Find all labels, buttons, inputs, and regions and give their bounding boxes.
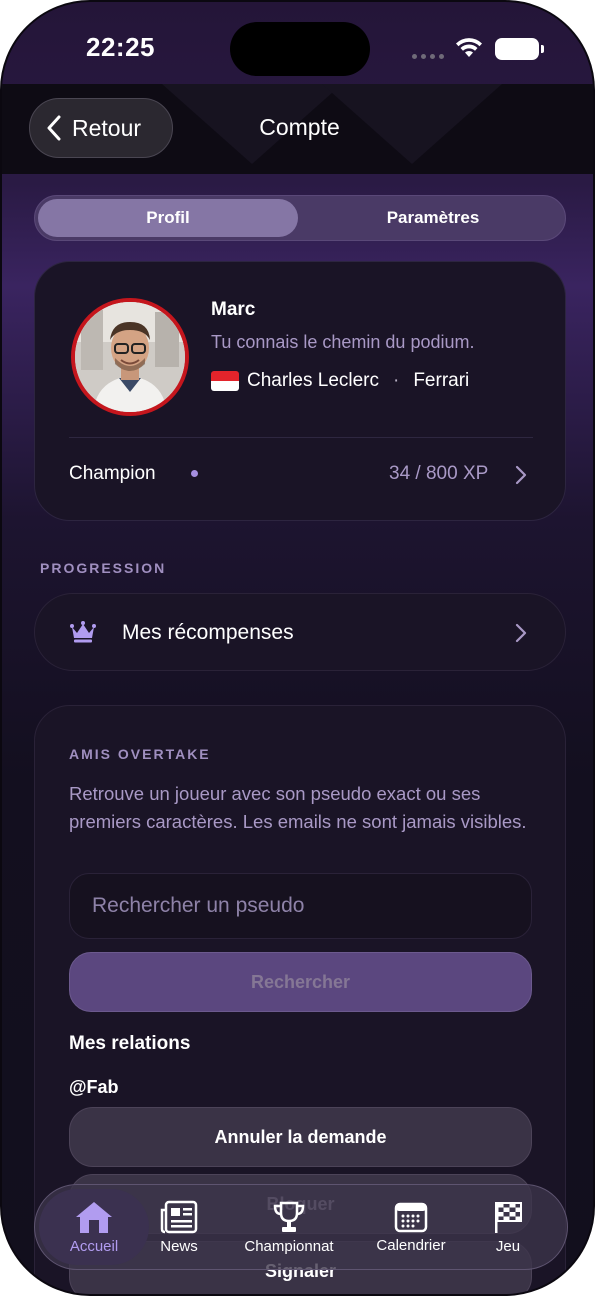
profile-name: Marc [211, 299, 256, 320]
status-time: 22:25 [86, 32, 155, 62]
tab-accueil-label: Accueil [69, 1237, 119, 1255]
team-name: Ferrari [413, 370, 470, 391]
trophy-icon [273, 1201, 305, 1232]
dynamic-island [230, 22, 370, 76]
crown-icon [70, 621, 96, 643]
relations-title: Mes relations [69, 1033, 191, 1054]
separator-dot: · [393, 370, 400, 391]
home-icon [76, 1201, 112, 1233]
profile-settings-segmented-control: Profil Paramètres [34, 195, 566, 241]
tab-news-label: News [160, 1237, 198, 1255]
tab-jeu[interactable]: Jeu [481, 1189, 535, 1265]
tab-calendrier[interactable]: Calendrier [361, 1189, 461, 1265]
page-title: Compte [259, 114, 340, 140]
newspaper-icon [160, 1200, 198, 1233]
driver-name: Charles Leclerc [247, 370, 379, 391]
calendar-icon [394, 1202, 428, 1232]
battery-icon [495, 38, 544, 60]
monaco-flag-icon [211, 371, 239, 391]
tab-championnat[interactable]: Championnat [229, 1189, 349, 1265]
profile-card: Marc Tu connais le chemin du podium. Cha… [34, 261, 566, 521]
favorite-driver-row: Charles Leclerc · Ferrari [211, 370, 469, 392]
profile-tagline: Tu connais le chemin du podium. [211, 332, 475, 352]
avatar[interactable] [71, 298, 189, 416]
level-label: Champion [69, 463, 156, 484]
tab-profil[interactable]: Profil [38, 199, 298, 237]
search-button[interactable]: Rechercher [69, 952, 532, 1012]
chevron-right-icon[interactable] [515, 465, 527, 485]
tab-news[interactable]: News [149, 1189, 209, 1265]
cancel-request-button[interactable]: Annuler la demande [69, 1107, 532, 1167]
tab-parametres[interactable]: Paramètres [303, 199, 563, 237]
avatar-photo [75, 302, 185, 412]
relation-handle: @Fab [69, 1077, 119, 1097]
divider [69, 437, 533, 438]
chevron-right-icon [515, 623, 527, 643]
tab-accueil[interactable]: Accueil [39, 1189, 149, 1265]
search-pseudo-input[interactable] [69, 873, 532, 939]
cellular-signal-icon [412, 54, 444, 59]
section-title-progression: PROGRESSION [40, 560, 167, 576]
tab-championnat-label: Championnat [244, 1237, 334, 1255]
tab-calendrier-label: Calendrier [376, 1236, 446, 1254]
tab-jeu-label: Jeu [495, 1237, 521, 1255]
section-title-friends: AMIS OVERTAKE [69, 746, 211, 762]
rewards-label: Mes récompenses [122, 621, 294, 644]
level-indicator-dot [191, 470, 198, 477]
friends-description: Retrouve un joueur avec son pseudo exact… [69, 783, 527, 832]
phone-screen: 22:25 Retour Compte Profil Paramètres Ma… [0, 0, 595, 1296]
wifi-icon [456, 38, 482, 57]
tab-bar: Accueil News Championnat Calendrier Jeu [34, 1184, 568, 1270]
xp-progress-label[interactable]: 34 / 800 XP [389, 463, 488, 485]
checkered-flag-icon [495, 1201, 522, 1233]
rewards-row[interactable]: Mes récompenses [34, 593, 566, 671]
